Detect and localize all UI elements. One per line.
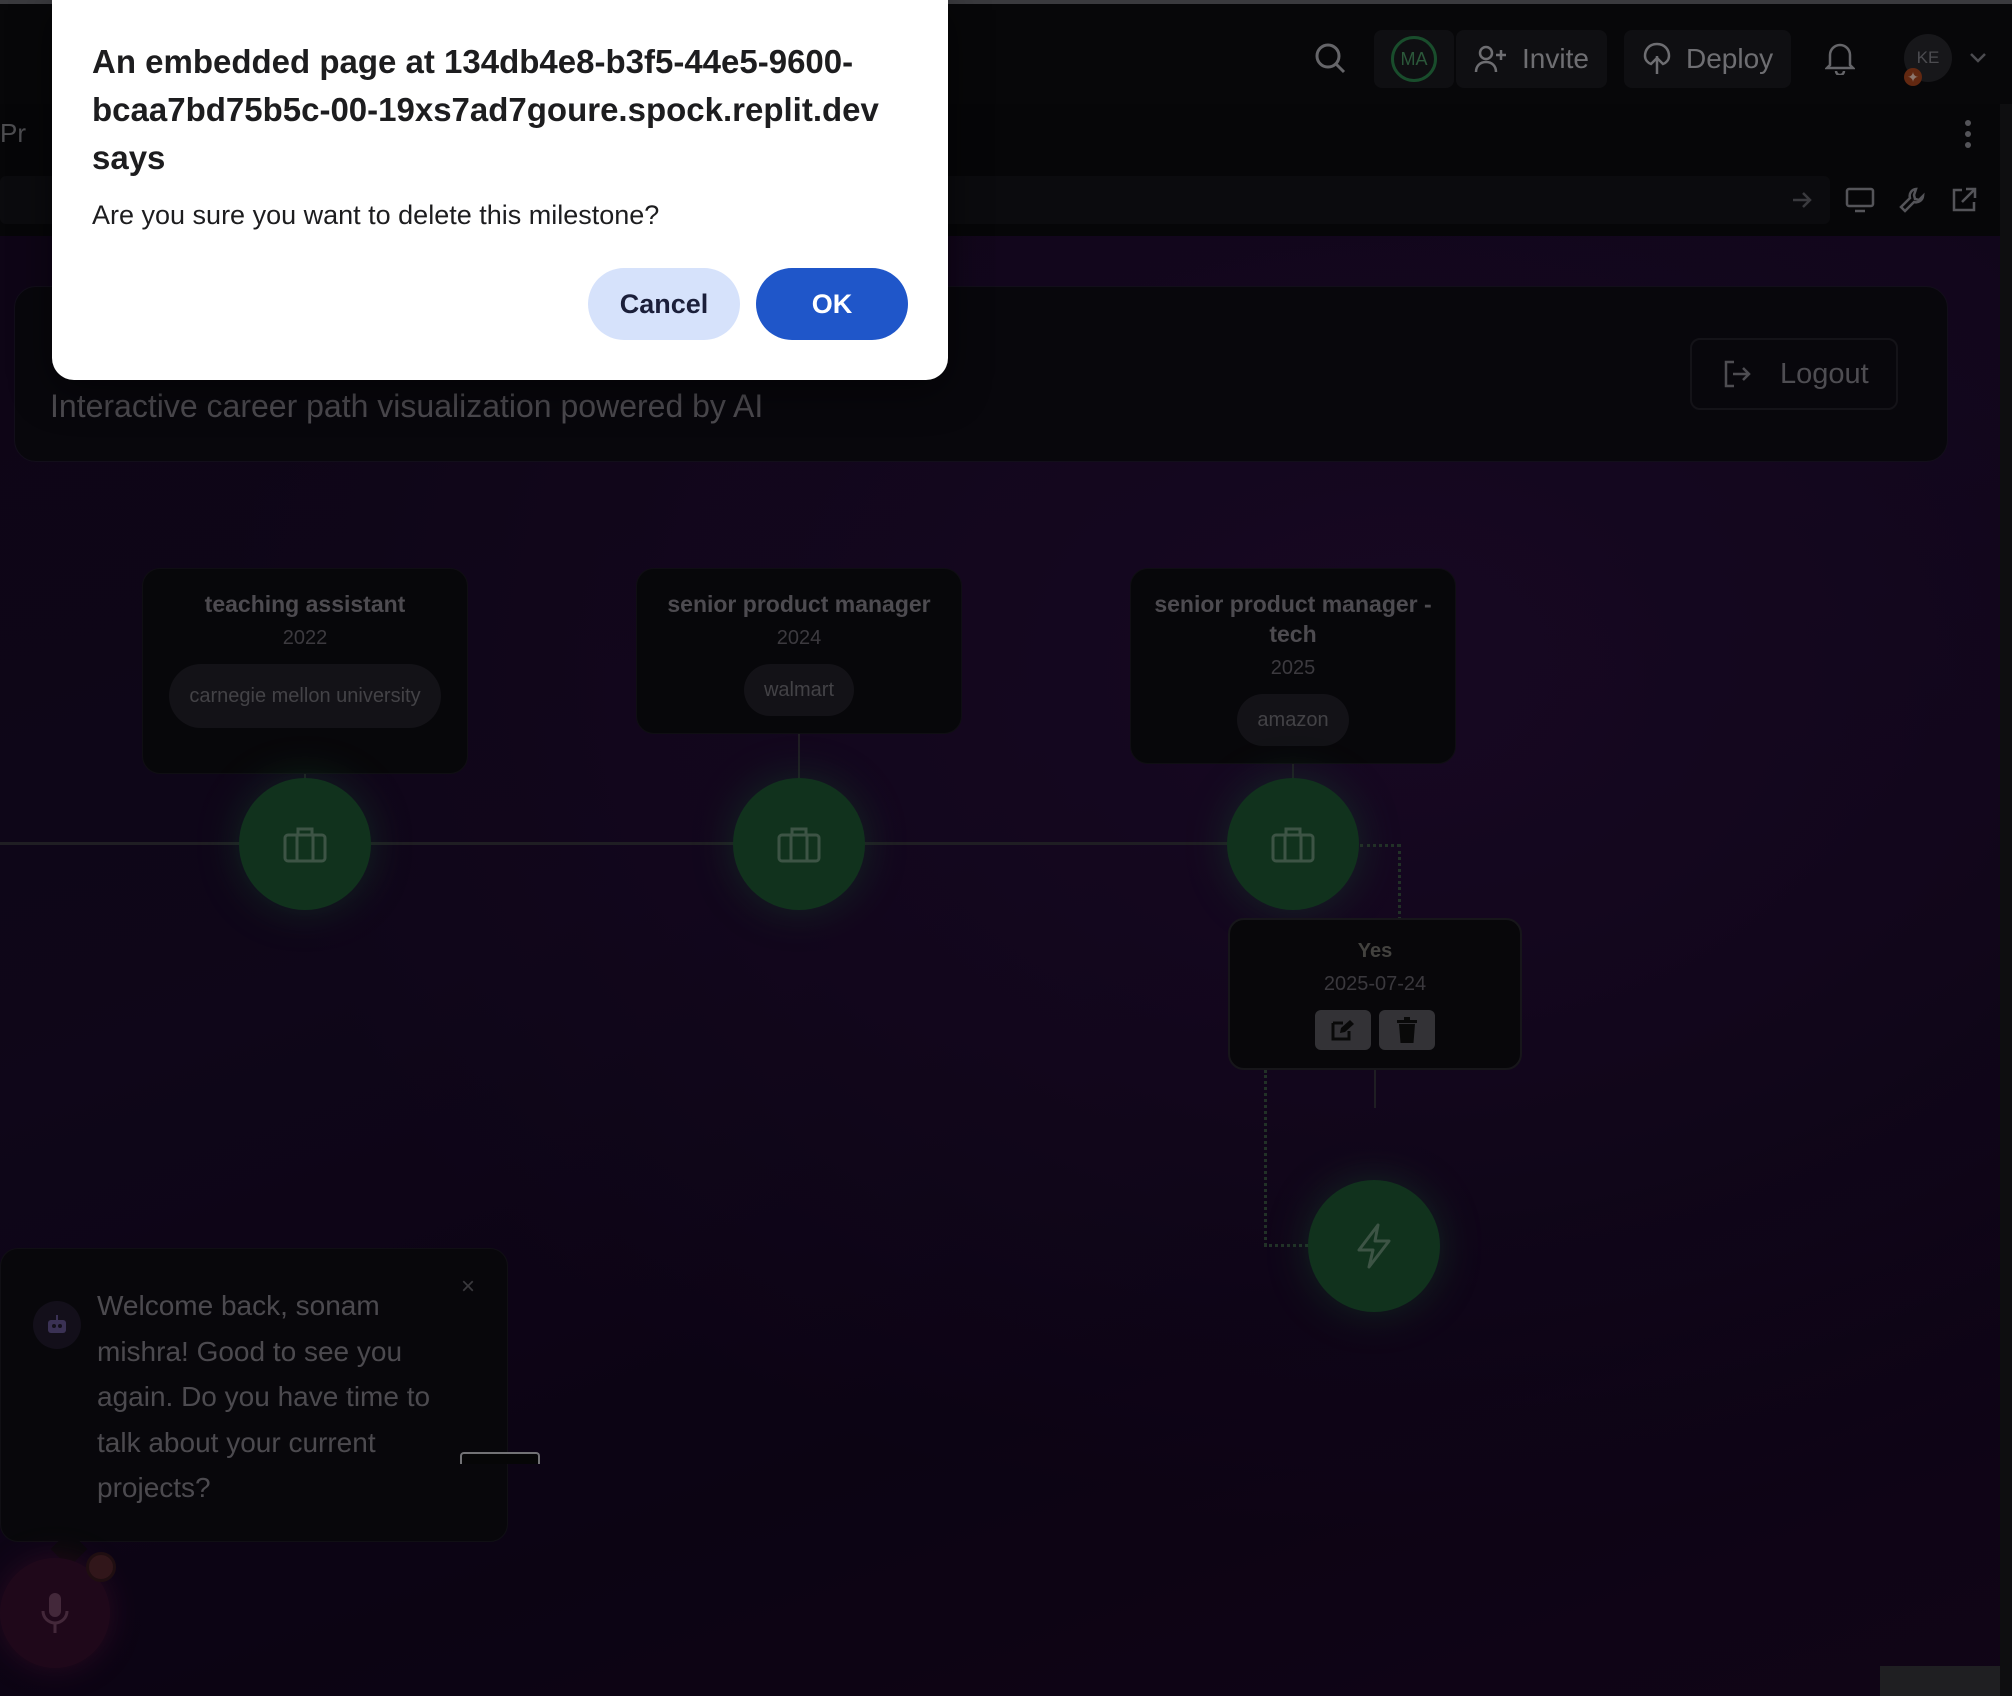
org-pill: carnegie mellon university — [169, 664, 441, 728]
job-node[interactable] — [733, 778, 865, 910]
corner-widget[interactable] — [1880, 1666, 2000, 1696]
chevron-down-icon[interactable] — [1958, 38, 1998, 78]
milestone-card[interactable]: Yes 2025-07-24 — [1228, 918, 1522, 1070]
briefcase-icon — [777, 827, 821, 863]
job-node[interactable] — [239, 778, 371, 910]
connector-line — [1374, 1070, 1376, 1108]
invite-button[interactable]: Invite — [1456, 30, 1607, 88]
microphone-icon — [41, 1593, 69, 1633]
job-year: 2024 — [776, 627, 822, 649]
job-card[interactable]: teaching assistant 2022 carnegie mellon … — [142, 568, 468, 774]
branch-line — [1264, 1070, 1267, 1246]
branch-line — [1264, 1244, 1308, 1247]
collaborator-avatar[interactable]: MA — [1374, 30, 1454, 88]
org-pill: amazon — [1237, 694, 1349, 746]
deploy-button[interactable]: Deploy — [1624, 30, 1792, 88]
arrow-right-icon[interactable] — [1782, 180, 1822, 220]
career-app: Interactive career path visualization po… — [0, 236, 2000, 1696]
action-node[interactable] — [1308, 1180, 1440, 1312]
vertical-scrollbar[interactable] — [2000, 104, 2012, 1696]
timeline-line — [0, 842, 1230, 845]
tab-preview[interactable]: Pr — [0, 118, 26, 149]
recording-indicator — [86, 1552, 116, 1582]
bell-icon[interactable] — [1820, 38, 1860, 78]
job-title: senior product manager — [667, 591, 931, 617]
logout-label: Logout — [1780, 357, 1869, 390]
milestone-actions — [1230, 1010, 1520, 1050]
deploy-label: Deploy — [1686, 43, 1774, 74]
milestone-date: 2025-07-24 — [1323, 973, 1427, 995]
dialog-message: Are you sure you want to delete this mil… — [92, 200, 660, 230]
more-vertical-icon[interactable] — [1948, 114, 1988, 154]
branch-line — [1398, 844, 1401, 920]
cancel-button[interactable]: Cancel — [588, 268, 740, 340]
job-card[interactable]: senior product manager 2024 walmart — [636, 568, 962, 734]
bottom-tab[interactable] — [460, 1452, 540, 1464]
assistant-message: Welcome back, sonam mishra! Good to see … — [97, 1290, 431, 1503]
briefcase-icon — [1271, 827, 1315, 863]
edit-icon — [1331, 1020, 1354, 1041]
user-initials: KE — [1916, 48, 1940, 67]
job-year: 2022 — [282, 627, 328, 649]
trash-icon — [1397, 1017, 1417, 1043]
app-subtitle: Interactive career path visualization po… — [50, 388, 764, 424]
delete-button[interactable] — [1379, 1010, 1435, 1050]
ok-button[interactable]: OK — [756, 268, 908, 340]
assistant-chat-bubble: Welcome back, sonam mishra! Good to see … — [0, 1248, 508, 1542]
invite-label: Invite — [1522, 43, 1589, 74]
search-icon[interactable] — [1310, 38, 1350, 78]
wrench-icon[interactable] — [1892, 180, 1932, 220]
dialog-title: An embedded page at 134db4e8-b3f5-44e5-9… — [92, 43, 879, 176]
collaborator-initials: MA — [1391, 36, 1437, 82]
add-user-icon — [1474, 45, 1506, 73]
deploy-icon — [1643, 42, 1671, 74]
job-node[interactable] — [1227, 778, 1359, 910]
monitor-icon[interactable] — [1840, 180, 1880, 220]
org-pill: walmart — [743, 664, 854, 716]
external-link-icon[interactable] — [1944, 180, 1984, 220]
logout-icon — [1724, 360, 1751, 388]
job-card[interactable]: senior product manager - tech 2025 amazo… — [1130, 568, 1456, 764]
robot-icon — [33, 1301, 81, 1349]
edit-button[interactable] — [1315, 1010, 1371, 1050]
user-avatar[interactable]: KE ✦ — [1904, 34, 1952, 86]
job-title: teaching assistant — [204, 591, 406, 617]
badge-icon: ✦ — [1904, 68, 1922, 86]
briefcase-icon — [283, 827, 327, 863]
milestone-title: Yes — [1357, 940, 1393, 962]
branch-line — [1360, 844, 1400, 847]
confirm-dialog: An embedded page at 134db4e8-b3f5-44e5-9… — [52, 0, 948, 380]
logout-button[interactable]: Logout — [1690, 338, 1898, 410]
job-title: senior product manager - tech — [1154, 591, 1432, 647]
close-icon[interactable]: × — [461, 1273, 475, 1301]
job-year: 2025 — [1270, 657, 1316, 679]
lightning-icon — [1357, 1223, 1391, 1269]
